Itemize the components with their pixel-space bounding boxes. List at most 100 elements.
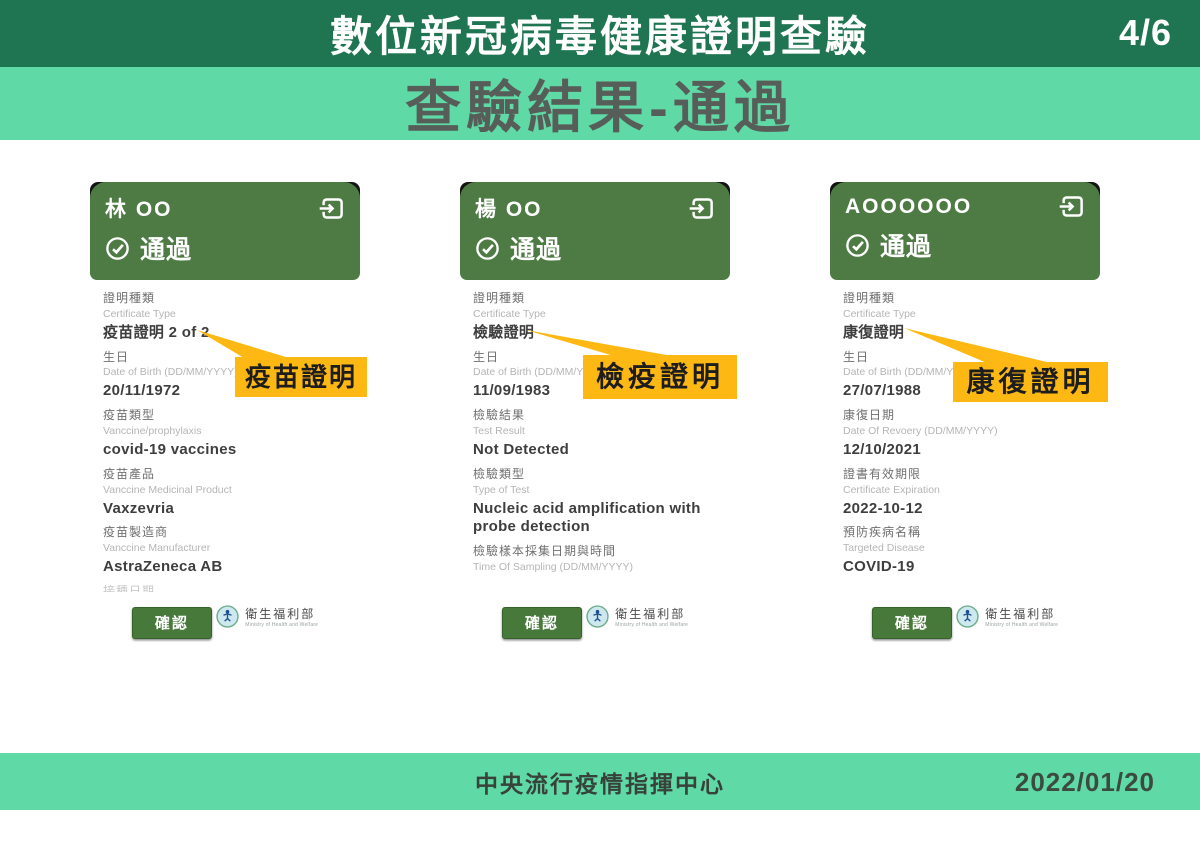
field-sublabel: Date Of Revoery (DD/MM/YYYY) bbox=[843, 425, 1086, 437]
field-label: 檢驗結果 bbox=[473, 409, 716, 423]
result-title: 查驗結果-通過 bbox=[405, 63, 795, 144]
card-actions: 確認 衛生福利部 Ministry of Health and Welfare bbox=[90, 592, 360, 639]
callout-pointer bbox=[904, 328, 1054, 363]
mohw-logo-subtext: Ministry of Health and Welfare bbox=[245, 622, 318, 628]
holder-name: 楊 OO bbox=[475, 193, 543, 223]
field-vaccine-type: 疫苗類型 Vanccine/prophylaxis covid-19 vacci… bbox=[103, 409, 346, 460]
field-label: 康復日期 bbox=[843, 409, 1086, 423]
field-value: Nucleic acid amplification with probe de… bbox=[473, 500, 716, 538]
page-counter: 4/6 bbox=[1119, 12, 1172, 54]
field-value: 2022-10-12 bbox=[843, 500, 1086, 519]
mohw-emblem-icon bbox=[216, 605, 239, 628]
footer-banner: 中央流行疫情指揮中心 2022/01/20 bbox=[0, 753, 1200, 810]
logout-icon[interactable] bbox=[318, 195, 345, 222]
field-label: 疫苗製造商 bbox=[103, 526, 346, 540]
certificate-card-vaccine: 林 OO 通過 證明種類 C bbox=[90, 182, 360, 600]
slide-page: 數位新冠病毒健康證明查驗 4/6 查驗結果-通過 林 OO bbox=[0, 0, 1200, 849]
callout-pointer bbox=[526, 330, 676, 356]
check-circle-icon bbox=[844, 232, 871, 259]
card-header: 林 OO 通過 bbox=[90, 182, 360, 280]
mohw-logo: 衛生福利部 Ministry of Health and Welfare bbox=[956, 605, 1058, 628]
field-time-of-sampling: 檢驗樣本採集日期與時間 Time Of Sampling (DD/MM/YYYY… bbox=[473, 545, 716, 573]
field-value: Vaxzevria bbox=[103, 500, 346, 519]
field-test-type: 檢驗類型 Type of Test Nucleic acid amplifica… bbox=[473, 468, 716, 537]
card-body: 證明種類 Certificate Type 康復證明 生日 Date of Bi… bbox=[830, 280, 1100, 577]
field-sublabel: Targeted Disease bbox=[843, 542, 1086, 554]
field-test-result: 檢驗結果 Test Result Not Detected bbox=[473, 409, 716, 460]
confirm-button[interactable]: 確認 bbox=[132, 607, 212, 639]
field-sublabel: Certificate Type bbox=[103, 308, 346, 320]
field-label: 證明種類 bbox=[103, 292, 346, 306]
field-value: 12/10/2021 bbox=[843, 441, 1086, 460]
field-label: 證明種類 bbox=[843, 292, 1086, 306]
check-circle-icon bbox=[104, 235, 131, 262]
field-label: 接種日期 bbox=[103, 585, 346, 592]
check-circle-icon bbox=[474, 235, 501, 262]
field-sublabel: Test Result bbox=[473, 425, 716, 437]
field-sublabel: Time Of Sampling (DD/MM/YYYY) bbox=[473, 561, 716, 573]
field-sublabel: Vanccine/prophylaxis bbox=[103, 425, 346, 437]
mohw-logo-text: 衛生福利部 bbox=[985, 605, 1055, 622]
footer-org: 中央流行疫情指揮中心 bbox=[475, 765, 725, 799]
logout-icon[interactable] bbox=[688, 195, 715, 222]
field-label: 證明種類 bbox=[473, 292, 716, 306]
field-sublabel: Vanccine Medicinal Product bbox=[103, 484, 346, 496]
field-sublabel: Certificate Type bbox=[473, 308, 716, 320]
field-label: 證書有效期限 bbox=[843, 468, 1086, 482]
certificate-card-recovery: AOOOOOO 通過 證明種類 bbox=[830, 182, 1100, 585]
footer-date: 2022/01/20 bbox=[1015, 767, 1155, 798]
callout-pointer bbox=[197, 330, 293, 358]
holder-name: AOOOOOO bbox=[845, 195, 972, 219]
field-vaccine-manufacturer: 疫苗製造商 Vanccine Manufacturer AstraZeneca … bbox=[103, 526, 346, 577]
field-sublabel: Certificate Type bbox=[843, 308, 1086, 320]
field-recovery-date: 康復日期 Date Of Revoery (DD/MM/YYYY) 12/10/… bbox=[843, 409, 1086, 460]
status-passed: 通過 bbox=[880, 227, 932, 263]
field-label: 預防疾病名稱 bbox=[843, 526, 1086, 540]
status-passed: 通過 bbox=[140, 230, 192, 266]
card-actions: 確認 衛生福利部 Ministry of Health and Welfare bbox=[830, 592, 1100, 639]
field-certificate-expiration: 證書有效期限 Certificate Expiration 2022-10-12 bbox=[843, 468, 1086, 519]
field-sublabel: Vanccine Manufacturer bbox=[103, 542, 346, 554]
mohw-logo-text: 衛生福利部 bbox=[615, 605, 685, 622]
field-sublabel: Type of Test bbox=[473, 484, 716, 496]
mohw-emblem-icon bbox=[956, 605, 979, 628]
mohw-logo-subtext: Ministry of Health and Welfare bbox=[985, 622, 1058, 628]
mohw-logo: 衛生福利部 Ministry of Health and Welfare bbox=[586, 605, 688, 628]
field-label: 檢驗樣本採集日期與時間 bbox=[473, 545, 716, 559]
card-header: AOOOOOO 通過 bbox=[830, 182, 1100, 280]
callout-label: 疫苗證明 bbox=[235, 357, 367, 397]
field-value: COVID-19 bbox=[843, 558, 1086, 577]
field-sublabel: Certificate Expiration bbox=[843, 484, 1086, 496]
mohw-logo: 衛生福利部 Ministry of Health and Welfare bbox=[216, 605, 318, 628]
callout-quarantine-certificate: 檢疫證明 bbox=[583, 355, 737, 399]
card-actions: 確認 衛生福利部 Ministry of Health and Welfare bbox=[460, 592, 730, 639]
logout-icon[interactable] bbox=[1058, 193, 1085, 220]
mohw-logo-text: 衛生福利部 bbox=[245, 605, 315, 622]
callout-vaccine-certificate: 疫苗證明 bbox=[235, 357, 367, 397]
field-label: 疫苗類型 bbox=[103, 409, 346, 423]
field-targeted-disease: 預防疾病名稱 Targeted Disease COVID-19 bbox=[843, 526, 1086, 577]
field-value: AstraZeneca AB bbox=[103, 558, 346, 577]
confirm-button[interactable]: 確認 bbox=[502, 607, 582, 639]
field-value: Not Detected bbox=[473, 441, 716, 460]
status-passed: 通過 bbox=[510, 230, 562, 266]
field-label: 疫苗產品 bbox=[103, 468, 346, 482]
slide-title: 數位新冠病毒健康證明查驗 bbox=[330, 3, 870, 64]
sub-banner: 查驗結果-通過 bbox=[0, 67, 1200, 140]
card-body: 證明種類 Certificate Type 檢驗證明 生日 Date of Bi… bbox=[460, 280, 730, 573]
callout-label: 康復證明 bbox=[953, 362, 1108, 402]
holder-name: 林 OO bbox=[105, 193, 173, 223]
card-header: 楊 OO 通過 bbox=[460, 182, 730, 280]
card-body: 證明種類 Certificate Type 疫苗證明 2 of 2 生日 Dat… bbox=[90, 280, 360, 592]
callout-label: 檢疫證明 bbox=[583, 355, 737, 399]
field-value: covid-19 vaccines bbox=[103, 441, 346, 460]
mohw-logo-subtext: Ministry of Health and Welfare bbox=[615, 622, 688, 628]
certificate-card-test: 楊 OO 通過 證明種類 C bbox=[460, 182, 730, 581]
mohw-emblem-icon bbox=[586, 605, 609, 628]
top-banner: 數位新冠病毒健康證明查驗 4/6 bbox=[0, 0, 1200, 67]
field-vaccine-product: 疫苗產品 Vanccine Medicinal Product Vaxzevri… bbox=[103, 468, 346, 519]
field-vaccination-date-clipped: 接種日期 bbox=[103, 585, 346, 592]
field-label: 檢驗類型 bbox=[473, 468, 716, 482]
callout-recovery-certificate: 康復證明 bbox=[953, 362, 1108, 402]
confirm-button[interactable]: 確認 bbox=[872, 607, 952, 639]
